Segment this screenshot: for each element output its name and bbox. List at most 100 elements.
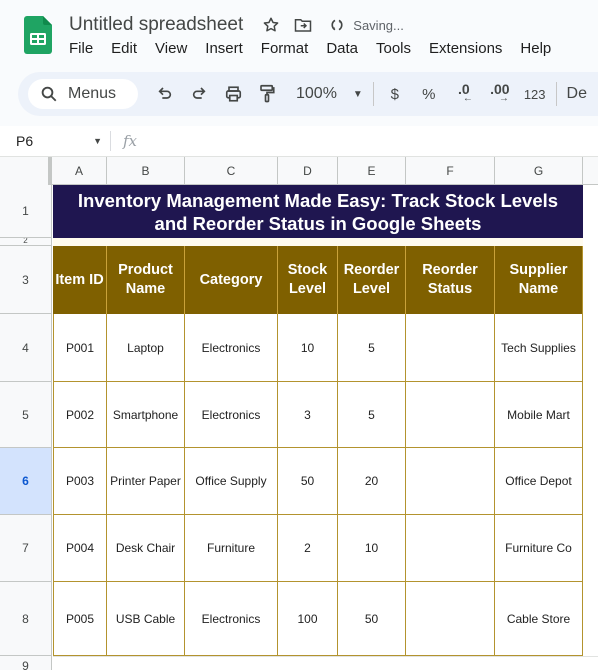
toolbar-divider (372, 82, 374, 106)
cell-reorder-status[interactable] (406, 515, 495, 582)
cell-reorder-status[interactable] (406, 582, 495, 656)
name-box[interactable]: P6 ▼ (0, 133, 110, 149)
row-header-5[interactable]: 5 (0, 382, 52, 448)
column-header-d[interactable]: D (278, 157, 338, 185)
column-header-f[interactable]: F (406, 157, 495, 185)
increase-decimal-button[interactable]: .00 → (486, 80, 514, 108)
sheets-logo-icon[interactable] (24, 16, 52, 54)
cell-product-name[interactable]: Desk Chair (107, 515, 185, 582)
redo-icon (192, 87, 206, 99)
cell-supplier-name[interactable]: Tech Supplies (495, 314, 583, 382)
column-header-row: A B C D E F G (0, 156, 598, 185)
menu-file[interactable]: File (69, 40, 93, 57)
column-header-b[interactable]: B (107, 157, 185, 185)
percent-format-button[interactable]: % (418, 80, 440, 108)
cell-reorder-level[interactable]: 50 (338, 582, 406, 656)
row-header-6[interactable]: 6 (0, 448, 52, 515)
cell-reorder-status[interactable] (406, 448, 495, 515)
title-cell[interactable]: Inventory Management Made Easy: Track St… (53, 185, 583, 238)
cell-reorder-status[interactable] (406, 314, 495, 382)
name-box-value: P6 (16, 133, 34, 149)
header-product-name[interactable]: Product Name (107, 246, 185, 314)
column-header-c[interactable]: C (185, 157, 278, 185)
cell-supplier-name[interactable]: Office Depot (495, 448, 583, 515)
cell-stock-level[interactable]: 50 (278, 448, 338, 515)
cell-category[interactable]: Office Supply (185, 448, 278, 515)
header-supplier-name[interactable]: Supplier Name (495, 246, 583, 314)
cell-reorder-level[interactable]: 20 (338, 448, 406, 515)
header-stock-level[interactable]: Stock Level (278, 246, 338, 314)
cell-category[interactable]: Electronics (185, 582, 278, 656)
decrease-decimal-button[interactable]: .0 ← (452, 80, 476, 108)
undo-button[interactable] (154, 80, 176, 108)
row-header-4[interactable]: 4 (0, 314, 52, 382)
search-icon (41, 86, 57, 102)
row-header-1[interactable]: 1 (0, 185, 52, 238)
redo-button[interactable] (188, 80, 210, 108)
title-row: Untitled spreadsheet Saving... (69, 12, 404, 38)
select-all-corner[interactable] (0, 157, 52, 185)
zoom-select[interactable]: 100% ▼ (296, 80, 363, 108)
cell-supplier-name[interactable]: Furniture Co (495, 515, 583, 582)
menu-extensions[interactable]: Extensions (429, 40, 502, 57)
row-header-7[interactable]: 7 (0, 515, 52, 582)
move-to-folder-icon[interactable] (293, 15, 313, 35)
cell-stock-level[interactable]: 3 (278, 382, 338, 448)
cell-product-name[interactable]: USB Cable (107, 582, 185, 656)
undo-icon (158, 87, 172, 99)
cell-item-id[interactable]: P005 (53, 582, 107, 656)
menu-view[interactable]: View (155, 40, 187, 57)
row-header-9[interactable]: 9 (0, 656, 52, 670)
cell-reorder-status[interactable] (406, 382, 495, 448)
cell-supplier-name[interactable]: Cable Store (495, 582, 583, 656)
cell-stock-level[interactable]: 100 (278, 582, 338, 656)
document-title[interactable]: Untitled spreadsheet (69, 14, 243, 36)
cell-item-id[interactable]: P004 (53, 515, 107, 582)
cell-product-name[interactable]: Printer Paper (107, 448, 185, 515)
search-menus-button[interactable]: Menus (28, 79, 138, 109)
row-header-3[interactable]: 3 (0, 246, 52, 314)
font-select[interactable]: De (567, 80, 587, 108)
header-category[interactable]: Category (185, 246, 278, 314)
cell-product-name[interactable]: Laptop (107, 314, 185, 382)
column-header-e[interactable]: E (338, 157, 406, 185)
menu-insert[interactable]: Insert (205, 40, 243, 57)
row-2-spacer (53, 238, 583, 246)
formula-divider (110, 131, 111, 151)
cell-reorder-level[interactable]: 5 (338, 314, 406, 382)
row-header-2[interactable]: 2 (0, 238, 52, 246)
formula-input[interactable] (137, 129, 598, 153)
menu-data[interactable]: Data (326, 40, 358, 57)
row-header-8[interactable]: 8 (0, 582, 52, 656)
chevron-down-icon: ▼ (352, 88, 363, 100)
saving-status: Saving... (353, 17, 404, 33)
cell-category[interactable]: Electronics (185, 314, 278, 382)
search-menus-label: Menus (68, 85, 117, 102)
currency-format-button[interactable]: $ (384, 80, 406, 108)
header-item-id[interactable]: Item ID (53, 246, 107, 314)
menu-edit[interactable]: Edit (111, 40, 137, 57)
cell-reorder-level[interactable]: 5 (338, 382, 406, 448)
menu-help[interactable]: Help (520, 40, 551, 57)
cell-stock-level[interactable]: 2 (278, 515, 338, 582)
cell-item-id[interactable]: P001 (53, 314, 107, 382)
row-9-area (53, 656, 598, 670)
menu-tools[interactable]: Tools (376, 40, 411, 57)
cell-item-id[interactable]: P003 (53, 448, 107, 515)
cell-category[interactable]: Furniture (185, 515, 278, 582)
cell-reorder-level[interactable]: 10 (338, 515, 406, 582)
star-icon[interactable] (261, 15, 281, 35)
header-reorder-level[interactable]: Reorder Level (338, 246, 406, 314)
cell-supplier-name[interactable]: Mobile Mart (495, 382, 583, 448)
paint-format-button[interactable] (256, 80, 278, 108)
cell-category[interactable]: Electronics (185, 382, 278, 448)
column-header-a[interactable]: A (52, 157, 107, 185)
cell-product-name[interactable]: Smartphone (107, 382, 185, 448)
cell-stock-level[interactable]: 10 (278, 314, 338, 382)
column-header-g[interactable]: G (495, 157, 583, 185)
print-button[interactable] (222, 80, 244, 108)
header-reorder-status[interactable]: Reorder Status (406, 246, 495, 314)
more-formats-button[interactable]: 123 (524, 80, 546, 108)
menu-format[interactable]: Format (261, 40, 309, 57)
cell-item-id[interactable]: P002 (53, 382, 107, 448)
